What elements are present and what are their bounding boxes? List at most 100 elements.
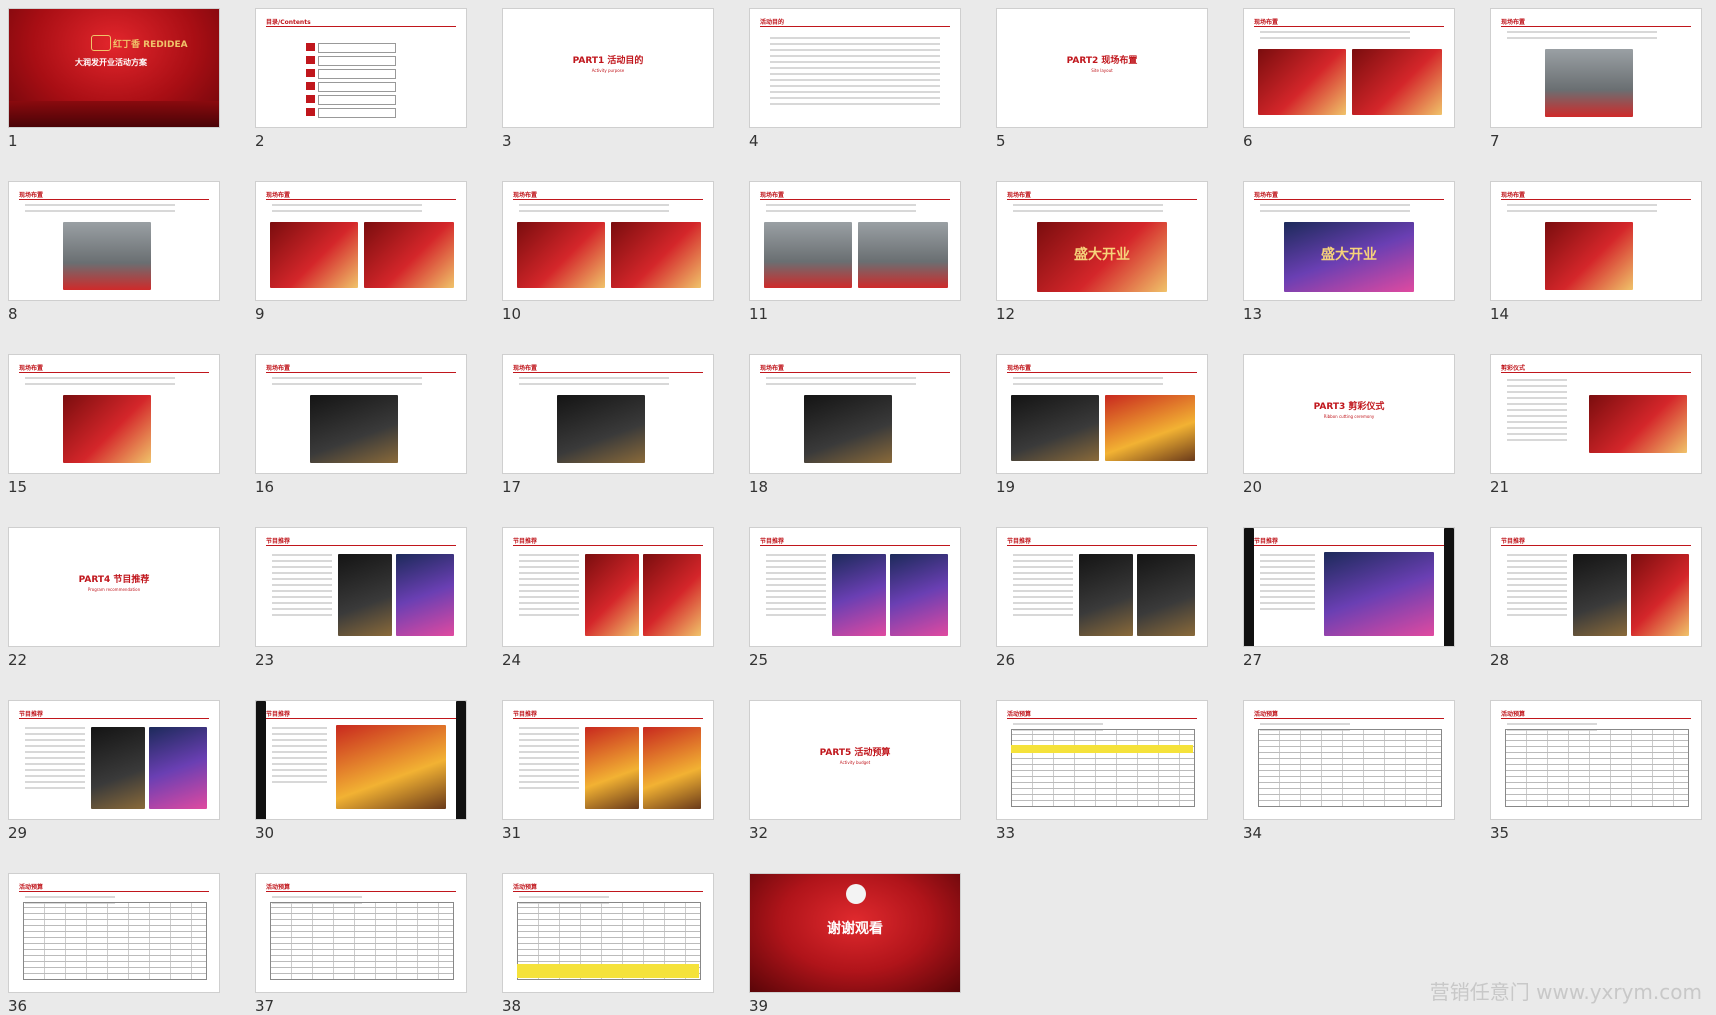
text-line [1013, 377, 1163, 379]
slide-thumbnail[interactable]: 活动预算 [996, 700, 1208, 820]
text-line [1013, 578, 1073, 580]
text-line [519, 614, 579, 616]
slide-thumbnail[interactable]: 现场布置 [255, 354, 467, 474]
slide-thumbnail[interactable]: 现场布置 [1490, 181, 1702, 301]
slide-thumbnail[interactable]: 活动预算 [502, 873, 714, 993]
text-line [1013, 383, 1163, 385]
slide-thumbnail[interactable]: 节目推荐 [996, 527, 1208, 647]
title-rule [513, 199, 703, 200]
text-line [766, 554, 826, 556]
text-line [766, 210, 916, 212]
slide-thumbnail[interactable]: 活动目的 [749, 8, 961, 128]
slide-thumbnail[interactable]: 节目推荐 [8, 700, 220, 820]
slide-thumbnail[interactable]: PART2 现场布置 Site layout [996, 8, 1208, 128]
slide-thumbnail[interactable]: 目录/Contents [255, 8, 467, 128]
slide-cell: 节目推荐 26 [996, 527, 1208, 669]
text-line [770, 103, 940, 105]
slide-thumbnail[interactable]: 剪彩仪式 [1490, 354, 1702, 474]
text-line [1260, 596, 1315, 598]
photo [1573, 554, 1627, 636]
slide-thumbnail[interactable]: 节目推荐 [749, 527, 961, 647]
slide-thumbnail[interactable]: 节目推荐 [255, 700, 467, 820]
text-line [272, 775, 327, 777]
slide-thumbnail[interactable]: PART5 活动预算 Activity budget [749, 700, 961, 820]
text-line [272, 896, 362, 898]
slide-cell: 节目推荐 30 [255, 700, 467, 842]
section-subtitle: Ribbon cutting ceremony [1323, 414, 1375, 419]
slide-thumbnail[interactable]: 活动预算 [8, 873, 220, 993]
slide-title: 节目推荐 [266, 538, 291, 545]
slide-number: 27 [1243, 651, 1263, 669]
slide-thumbnail[interactable]: 现场布置 [749, 181, 961, 301]
slide-thumbnail[interactable]: PART3 剪彩仪式 Ribbon cutting ceremony [1243, 354, 1455, 474]
slide-thumbnail[interactable]: 现场布置 [255, 181, 467, 301]
text-line [770, 67, 940, 69]
text-line [770, 49, 940, 51]
text-line [519, 745, 579, 747]
text-line [1260, 590, 1315, 592]
black-bar-right [456, 701, 466, 819]
text-line [272, 751, 327, 753]
stage-floor [9, 101, 219, 127]
text-line [770, 85, 940, 87]
brand-name: 红丁香 REDIDEA [113, 40, 188, 50]
photo [764, 222, 852, 288]
slide-number: 17 [502, 478, 522, 496]
text-line [519, 572, 579, 574]
photo [1079, 554, 1133, 636]
photo [1011, 395, 1099, 461]
slide-thumbnail[interactable]: 现场布置 [502, 181, 714, 301]
text-line [770, 61, 940, 63]
slide-thumbnail[interactable]: 现场布置 [1243, 8, 1455, 128]
slide-thumbnail[interactable]: 活动预算 [1490, 700, 1702, 820]
slide-cell: 活动预算 37 [255, 873, 467, 1015]
slide-cell: 剪彩仪式 21 [1490, 354, 1702, 496]
text-line [1507, 397, 1567, 399]
slide-cell: 现场布置 盛大开业 12 [996, 181, 1208, 323]
photo [91, 727, 145, 809]
text-line [1013, 590, 1073, 592]
text-line [1507, 409, 1567, 411]
text-line [519, 383, 669, 385]
slide-thumbnail[interactable]: 现场布置 盛大开业 [1243, 181, 1455, 301]
slide-thumbnail[interactable]: 活动预算 [1243, 700, 1455, 820]
slide-thumbnail[interactable]: PART4 节目推荐 Program recommendation [8, 527, 220, 647]
slide-thumbnail[interactable]: 节目推荐 [255, 527, 467, 647]
slide-thumbnail[interactable]: 节目推荐 [1243, 527, 1455, 647]
text-line [1507, 596, 1567, 598]
text-line [766, 602, 826, 604]
photo [557, 395, 645, 463]
slide-cell: 节目推荐 24 [502, 527, 714, 669]
toc-number [306, 43, 315, 51]
watermark: 营销任意门 www.yxrym.com [1429, 980, 1702, 1004]
text-line [1260, 31, 1410, 33]
slide-thumbnail[interactable]: 节目推荐 [502, 527, 714, 647]
slide-title: 现场布置 [760, 192, 785, 199]
photo [149, 727, 207, 809]
slide-thumbnail[interactable]: 红丁香 REDIDEA 大润发开业活动方案 [8, 8, 220, 128]
slide-thumbnail[interactable]: 现场布置 [1490, 8, 1702, 128]
slide-thumbnail[interactable]: 节目推荐 [1490, 527, 1702, 647]
section-title: PART2 现场布置 [1066, 56, 1138, 66]
slide-number: 33 [996, 824, 1016, 842]
highlight-row [517, 964, 699, 978]
text-line [272, 560, 332, 562]
slide-thumbnail[interactable]: 现场布置 [749, 354, 961, 474]
slide-thumbnail[interactable]: 谢谢观看 [749, 873, 961, 993]
slide-thumbnail[interactable]: PART1 活动目的 Activity purpose [502, 8, 714, 128]
budget-table [1011, 729, 1195, 807]
slide-thumbnail[interactable]: 现场布置 盛大开业 [996, 181, 1208, 301]
slide-thumbnail[interactable]: 现场布置 [996, 354, 1208, 474]
slide-thumbnail[interactable]: 节目推荐 [502, 700, 714, 820]
slide-thumbnail[interactable]: 现场布置 [502, 354, 714, 474]
photo [396, 554, 454, 636]
text-line [272, 572, 332, 574]
slide-number: 24 [502, 651, 522, 669]
text-line [1013, 210, 1163, 212]
slide-cell: PART1 活动目的 Activity purpose 3 [502, 8, 714, 150]
budget-table [1258, 729, 1442, 807]
slide-thumbnail[interactable]: 活动预算 [255, 873, 467, 993]
slide-thumbnail[interactable]: 现场布置 [8, 181, 220, 301]
slide-thumbnail[interactable]: 现场布置 [8, 354, 220, 474]
text-line [519, 560, 579, 562]
